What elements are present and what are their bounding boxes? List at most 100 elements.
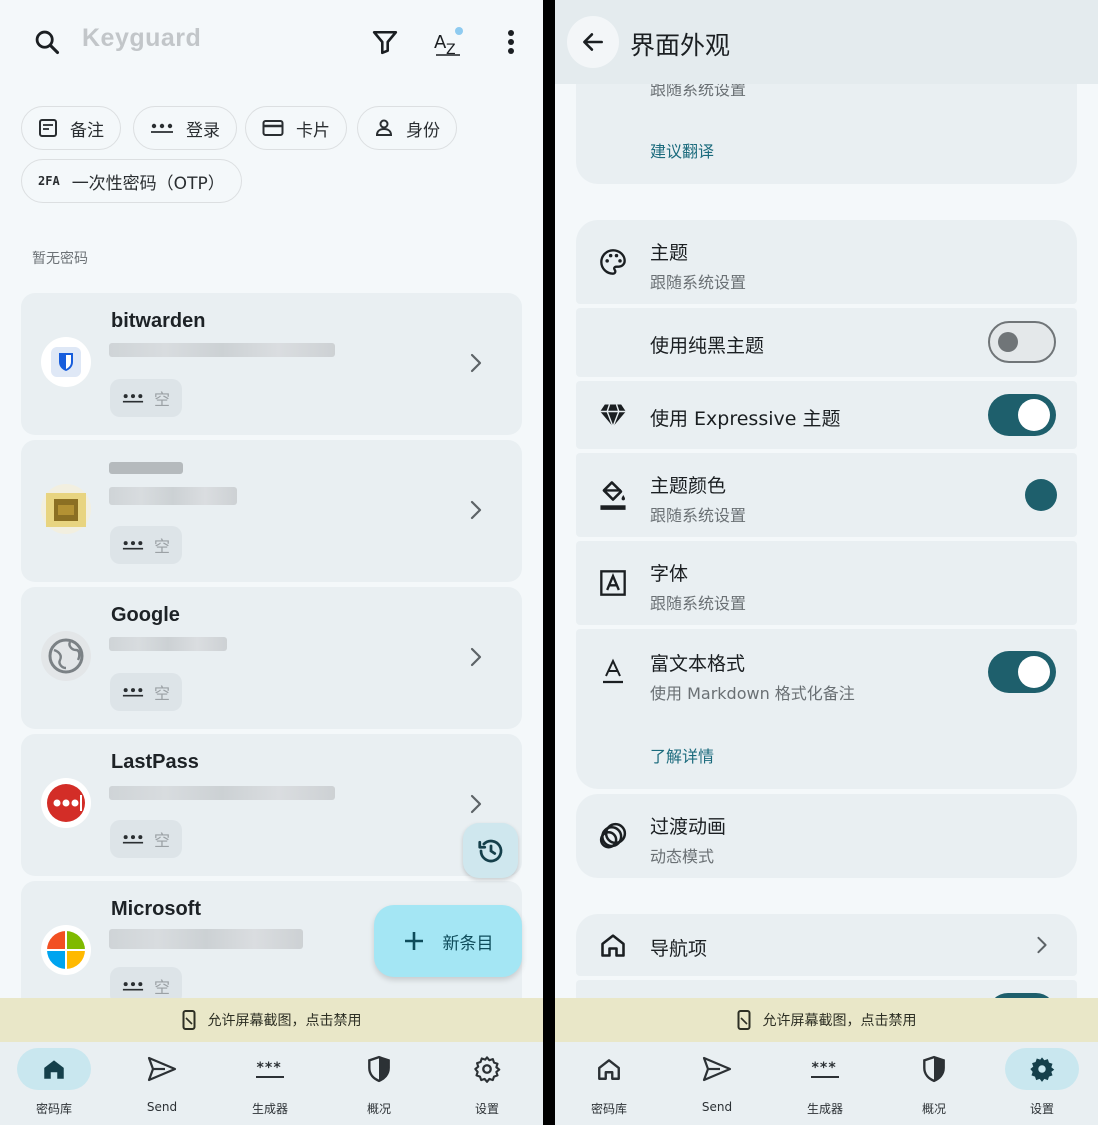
nav-item-vault[interactable]: 密码库 (555, 1042, 663, 1125)
two-fa-icon: 2FA (38, 174, 60, 188)
chip-otp[interactable]: 2FA 一次性密码（OTP） (21, 159, 242, 203)
microsoft-logo-icon (41, 925, 91, 975)
password-empty: 空 (153, 684, 170, 703)
generator-icon: *** (256, 1060, 284, 1078)
row-subtitle: 动态模式 (650, 847, 715, 866)
search-input[interactable]: Keyguard (82, 24, 201, 53)
password-field[interactable]: 空 (110, 673, 182, 711)
item-name: bitwarden (111, 310, 206, 332)
send-icon (147, 1056, 177, 1082)
row-title: 导航项 (650, 938, 708, 960)
row-title: 字体 (650, 563, 689, 585)
screenshot-banner[interactable]: 允许屏幕截图，点击禁用 (555, 998, 1098, 1042)
row-subtitle: 跟随系统设置 (650, 273, 747, 292)
chip-logins[interactable]: 登录 (133, 106, 237, 150)
banner-text: 允许屏幕截图，点击禁用 (762, 1013, 917, 1029)
sort-az-icon[interactable]: AZ (428, 22, 468, 62)
nav-label: 概况 (921, 1102, 946, 1116)
appearance-settings-screen: 跟随系统设置 建议翻译 界面外观 主题 跟随系统设置 使用纯黑主题 使用 Exp… (555, 0, 1098, 1125)
plus-icon (404, 932, 423, 950)
vault-item[interactable]: LastPass 空 (21, 734, 522, 876)
chip-notes[interactable]: 备注 (21, 106, 121, 150)
vault-item[interactable]: bitwarden 空 (21, 293, 522, 435)
password-field[interactable]: 空 (110, 379, 182, 417)
history-icon (477, 839, 502, 862)
chevron-right-icon (470, 500, 482, 520)
setting-theme[interactable]: 主题 跟随系统设置 (576, 220, 1077, 304)
nav-item-generator[interactable]: *** 生成器 (771, 1042, 879, 1125)
gear-icon (474, 1056, 501, 1083)
send-icon (702, 1056, 732, 1082)
page-title: 界面外观 (630, 31, 731, 60)
note-icon (39, 119, 57, 137)
setting-expressive-theme[interactable]: 使用 Expressive 主题 (576, 381, 1077, 449)
blurred-username (109, 929, 303, 949)
nav-item-overview[interactable]: 概况 (880, 1042, 988, 1125)
chip-label: 登录 (186, 120, 220, 141)
row-subtitle: 跟随系统设置 (650, 594, 747, 613)
nav-item-overview[interactable]: 概况 (325, 1042, 433, 1125)
nav-item-send[interactable]: Send (663, 1042, 771, 1125)
setting-black-theme[interactable]: 使用纯黑主题 (576, 308, 1077, 377)
setting-nav-items[interactable]: 导航项 (576, 914, 1077, 976)
setting-font[interactable]: 字体 跟随系统设置 (576, 541, 1077, 625)
back-button[interactable] (567, 16, 619, 68)
chip-identities[interactable]: 身份 (357, 106, 457, 150)
password-dots-icon (122, 394, 144, 403)
nav-label: 设置 (1029, 1102, 1054, 1116)
shield-icon (923, 1055, 945, 1083)
expressive-switch[interactable] (988, 394, 1056, 436)
svg-text:***: *** (256, 1060, 281, 1076)
vault-item[interactable]: Google 空 (21, 587, 522, 729)
password-field[interactable]: 空 (110, 526, 182, 564)
row-title: 使用纯黑主题 (650, 335, 765, 357)
paint-bucket-icon (598, 480, 628, 510)
animation-icon (598, 821, 628, 851)
password-dots-icon (122, 688, 144, 697)
nav-item-settings[interactable]: 设置 (433, 1042, 541, 1125)
section-label: 暂无密码 (32, 251, 88, 267)
arrow-left-icon (583, 33, 603, 51)
blurred-username (109, 786, 335, 800)
svg-text:***: *** (811, 1060, 836, 1076)
diamond-icon (598, 400, 628, 430)
black-theme-switch[interactable] (988, 321, 1056, 363)
new-item-button[interactable]: 新条目 (374, 905, 522, 977)
chevron-right-icon (470, 794, 482, 814)
more-vert-icon[interactable] (491, 22, 531, 62)
nav-label: Send (146, 1100, 178, 1114)
nav-item-settings[interactable]: 设置 (988, 1042, 1096, 1125)
row-title: 主题 (650, 242, 689, 264)
suggest-translation-link[interactable]: 建议翻译 (650, 138, 714, 162)
vault-item[interactable]: 空 (21, 440, 522, 582)
text-format-icon (598, 656, 628, 686)
row-title: 富文本格式 (650, 653, 746, 675)
password-field[interactable]: 空 (110, 820, 182, 858)
password-empty: 空 (153, 537, 170, 556)
learn-more-link[interactable]: 了解详情 (650, 743, 714, 767)
chevron-right-icon (1037, 936, 1047, 954)
screenshot-banner[interactable]: 允许屏幕截图，点击禁用 (0, 998, 543, 1042)
rich-text-switch[interactable] (988, 651, 1056, 693)
filter-icon[interactable] (365, 22, 405, 62)
vault-screen: Keyguard AZ 备注 登录 卡片 身份 2FA 一次性密码（OTP） 暂… (0, 0, 543, 1125)
home-outline-icon (598, 930, 628, 960)
person-icon (375, 119, 393, 136)
setting-theme-color[interactable]: 主题颜色 跟随系统设置 (576, 453, 1077, 537)
password-dots-icon (122, 835, 144, 844)
history-button[interactable] (463, 823, 518, 878)
chip-label: 身份 (406, 120, 440, 141)
palette-icon (598, 247, 628, 277)
row-subtitle: 使用 Markdown 格式化备注 (650, 684, 855, 703)
password-empty: 空 (153, 978, 170, 997)
setting-animation[interactable]: 过渡动画 动态模式 (576, 794, 1077, 878)
chip-cards[interactable]: 卡片 (245, 106, 347, 150)
chevron-right-icon (470, 353, 482, 373)
nav-item-generator[interactable]: *** 生成器 (216, 1042, 324, 1125)
nav-item-vault[interactable]: 密码库 (0, 1042, 108, 1125)
search-icon[interactable] (27, 22, 67, 62)
nav-item-send[interactable]: Send (108, 1042, 216, 1125)
setting-rich-text[interactable]: 富文本格式 使用 Markdown 格式化备注 了解详情 (576, 629, 1077, 789)
bottom-nav: 密码库 Send *** 生成器 概况 设置 (0, 1042, 543, 1125)
chip-label: 备注 (70, 120, 104, 141)
